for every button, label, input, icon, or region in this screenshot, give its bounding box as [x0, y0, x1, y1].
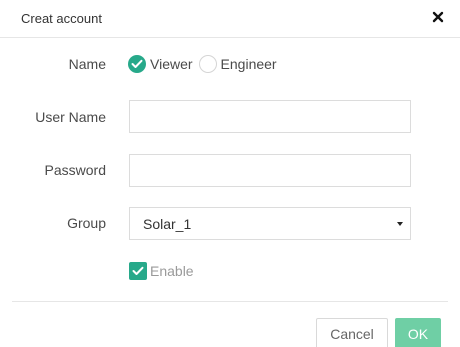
group-select[interactable]: Solar_1	[129, 207, 411, 240]
enable-checkbox-row[interactable]: Enable	[129, 261, 194, 281]
password-input[interactable]	[129, 154, 411, 187]
radio-unchecked-icon	[198, 55, 217, 73]
group-label: Group	[67, 215, 106, 231]
password-label: Password	[44, 162, 106, 178]
enable-label: Enable	[150, 263, 194, 279]
ok-button[interactable]: OK	[395, 318, 441, 347]
username-input[interactable]	[129, 100, 411, 133]
dialog-title: Creat account	[21, 11, 102, 26]
create-account-dialog: Creat account Name Viewer Engineer User …	[0, 0, 460, 347]
name-label: Name	[68, 56, 106, 72]
radio-viewer-label: Viewer	[150, 56, 193, 72]
radio-checked-icon	[128, 55, 146, 73]
dialog-header: Creat account	[0, 0, 460, 38]
group-selected-value: Solar_1	[143, 216, 192, 232]
radio-engineer[interactable]: Engineer	[198, 55, 277, 73]
username-label: User Name	[35, 109, 106, 125]
radio-viewer[interactable]: Viewer	[128, 55, 193, 73]
dropdown-arrow-icon	[395, 217, 405, 229]
radio-engineer-label: Engineer	[220, 56, 277, 72]
enable-checkbox[interactable]	[129, 262, 147, 280]
role-radio-group: Viewer Engineer	[128, 54, 283, 74]
footer-divider	[12, 301, 448, 302]
cancel-button[interactable]: Cancel	[316, 318, 388, 347]
close-icon[interactable]	[429, 8, 447, 26]
